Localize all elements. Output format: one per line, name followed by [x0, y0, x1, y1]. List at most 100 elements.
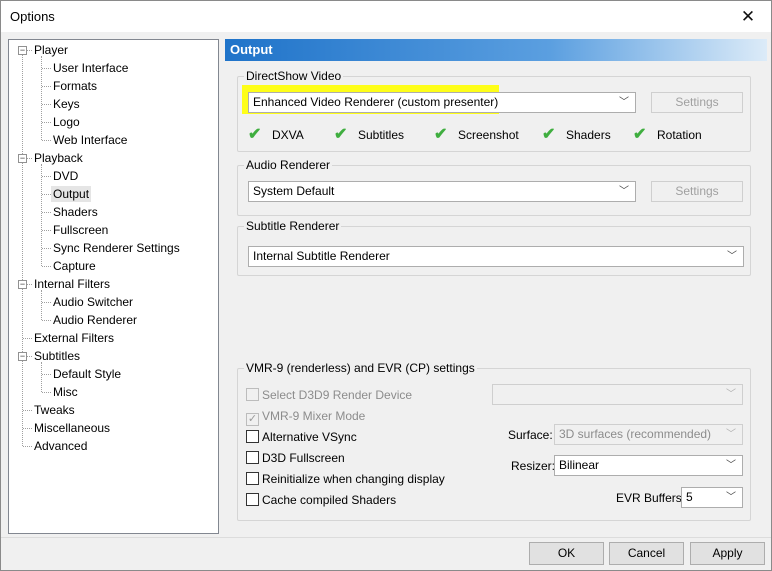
feature-label: Shaders [566, 128, 611, 142]
tree-node[interactable]: Miscellaneous [32, 419, 112, 437]
tree-connector [42, 302, 51, 303]
tree-item-label: DVD [53, 169, 79, 183]
collapse-icon[interactable]: − [18, 154, 27, 163]
tree-item-label: User Interface [53, 61, 129, 75]
ok-button[interactable]: OK [529, 542, 604, 565]
checkmark-icon: ✔ [434, 126, 448, 143]
tree-leaf[interactable]: Fullscreen [51, 221, 110, 239]
checkbox-alternative-vsync[interactable]: Alternative VSync [246, 429, 357, 445]
checkbox-vmr-9-mixer-mode[interactable]: ✓ VMR-9 Mixer Mode [246, 408, 366, 426]
tree-leaf[interactable]: Web Interface [51, 131, 129, 149]
tree-leaf[interactable]: DVD [51, 167, 80, 185]
tree-connector [42, 374, 51, 375]
tree-item-label: Output [51, 186, 92, 202]
tree-leaf[interactable]: Logo [51, 113, 82, 131]
tree-node[interactable]: Internal Filters [32, 275, 112, 293]
tree-item-label: Shaders [53, 205, 98, 219]
tree-leaf[interactable]: Capture [51, 257, 98, 275]
surface-value: 3D surfaces (recommended) [559, 427, 712, 441]
checkmark-icon: ✔ [334, 126, 348, 143]
audio-settings-button[interactable]: Settings [651, 181, 743, 202]
tree-leaf[interactable]: Formats [51, 77, 99, 95]
tree-item-label: Player [34, 43, 69, 57]
checkbox-empty-icon [246, 472, 259, 485]
tree-node[interactable]: Tweaks [32, 401, 77, 419]
resizer-select[interactable]: Bilinear ﹀ [554, 455, 743, 476]
subtitle-renderer-legend: Subtitle Renderer [244, 219, 342, 233]
tree-connector [42, 212, 51, 213]
render-device-select[interactable]: ﹀ [492, 384, 743, 405]
tree-leaf[interactable]: Audio Renderer [51, 311, 139, 329]
output-panel: Output DirectShow Video Enhanced Video R… [225, 39, 767, 534]
audio-renderer-value: System Default [253, 184, 335, 198]
tree-item-label: Tweaks [34, 403, 75, 417]
chevron-down-icon: ﹀ [726, 429, 736, 440]
feature-label: DXVA [272, 128, 304, 142]
options-dialog: Options ✕ Player − User Interface Formats Ke… [0, 0, 772, 571]
tree-connector [42, 194, 51, 195]
feature-screenshot: ✔ Screenshot [434, 127, 519, 143]
tree-item-label: Audio Renderer [53, 313, 138, 327]
tree-root-line [22, 50, 23, 446]
collapse-icon[interactable]: − [18, 352, 27, 361]
tree-connector [42, 140, 51, 141]
tree-node[interactable]: External Filters [32, 329, 116, 347]
subtitle-renderer-select[interactable]: Internal Subtitle Renderer ﹀ [248, 246, 744, 267]
tree-node[interactable]: Subtitles [32, 347, 82, 365]
tree-item-label: Web Interface [53, 133, 128, 147]
checkmark-icon: ✔ [248, 126, 262, 143]
tree-node[interactable]: Playback [32, 149, 85, 167]
audio-renderer-select[interactable]: System Default ﹀ [248, 181, 636, 202]
tree-item-label: Capture [53, 259, 96, 273]
tree-leaf[interactable]: Misc [51, 383, 80, 401]
tree-connector [42, 320, 51, 321]
tree-connector [42, 104, 51, 105]
tree-leaf[interactable]: Shaders [51, 203, 100, 221]
tree-branch-line [41, 56, 42, 140]
close-icon: ✕ [740, 6, 756, 26]
tree-node[interactable]: Player [32, 41, 70, 59]
checkbox-select-d3d9-render-device[interactable]: Select D3D9 Render Device [246, 387, 412, 403]
checkbox-label: D3D Fullscreen [262, 451, 345, 465]
checkbox-empty-icon [246, 430, 259, 443]
tree-connector [23, 428, 32, 429]
apply-button[interactable]: Apply [690, 542, 765, 565]
tree-leaf[interactable]: User Interface [51, 59, 130, 77]
chevron-down-icon: ﹀ [727, 251, 737, 262]
checkbox-d3d-fullscreen[interactable]: D3D Fullscreen [246, 450, 345, 466]
video-settings-button[interactable]: Settings [651, 92, 743, 113]
video-renderer-select[interactable]: Enhanced Video Renderer (custom presente… [248, 92, 636, 113]
footer-divider [1, 537, 771, 538]
tree-item-label: External Filters [34, 331, 115, 345]
tree-item-label: Internal Filters [34, 277, 111, 291]
checkbox-label: VMR-9 Mixer Mode [262, 409, 366, 423]
tree-leaf[interactable]: Audio Switcher [51, 293, 135, 311]
feature-label: Subtitles [358, 128, 405, 142]
audio-renderer-group: Audio Renderer System Default ﹀ Settings [237, 158, 751, 216]
checkbox-reinitialize-when-changing-display[interactable]: Reinitialize when changing display [246, 471, 445, 487]
audio-renderer-legend: Audio Renderer [244, 158, 333, 172]
collapse-icon[interactable]: − [18, 280, 27, 289]
tree-connector [42, 86, 51, 87]
collapse-icon[interactable]: − [18, 46, 27, 55]
tree-connector [42, 122, 51, 123]
tree-item-label: Formats [53, 79, 98, 93]
cancel-button[interactable]: Cancel [609, 542, 684, 565]
tree-leaf[interactable]: Keys [51, 95, 82, 113]
close-button[interactable]: ✕ [725, 1, 771, 32]
tree-connector [42, 230, 51, 231]
checkmark-icon: ✔ [633, 126, 647, 143]
checkbox-cache-compiled-shaders[interactable]: Cache compiled Shaders [246, 492, 396, 508]
tree-leaf[interactable]: Sync Renderer Settings [51, 239, 182, 257]
tree-node[interactable]: Advanced [32, 437, 89, 455]
evr-buffers-select[interactable]: 5 ﹀ [681, 487, 743, 508]
tree-item-label: Misc [53, 385, 78, 399]
tree-leaf[interactable]: Output [51, 185, 92, 203]
tree-connector [42, 248, 51, 249]
tree-leaf[interactable]: Default Style [51, 365, 123, 383]
tree-item-label: Fullscreen [53, 223, 109, 237]
tree-connector [42, 68, 51, 69]
tree-branch-line [41, 164, 42, 266]
options-tree[interactable]: Player − User Interface Formats Keys Logo Web … [8, 39, 219, 534]
surface-select[interactable]: 3D surfaces (recommended) ﹀ [554, 424, 743, 445]
